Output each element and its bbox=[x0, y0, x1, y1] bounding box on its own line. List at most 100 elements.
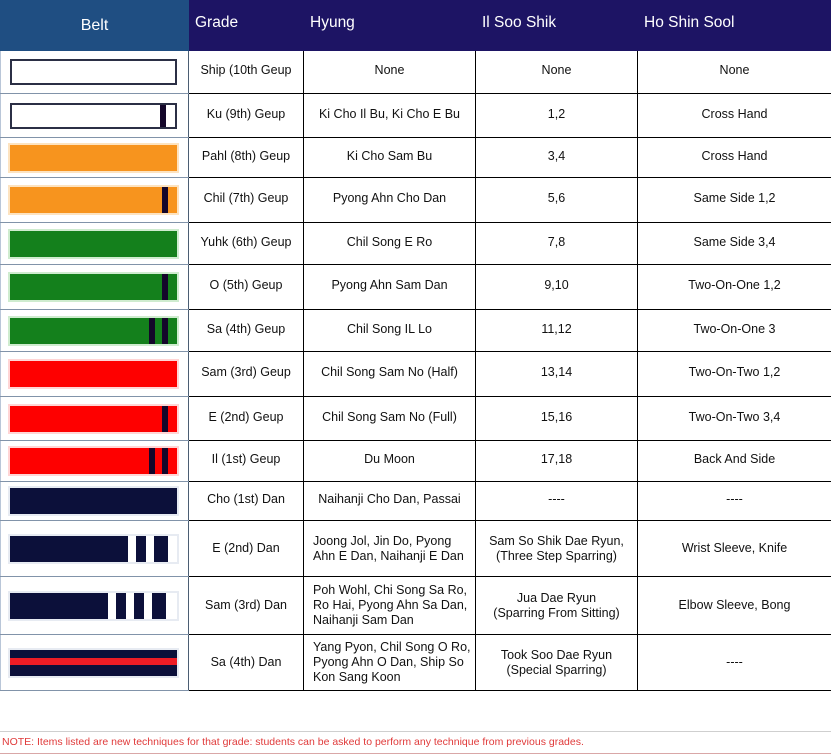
belt-tail bbox=[168, 405, 177, 432]
belt-cell bbox=[0, 396, 189, 441]
table-row: Sa (4th) Geup Chil Song IL Lo 11,12 Two-On-… bbox=[0, 309, 831, 352]
table-row: Ku (9th) Geup Ki Cho Il Bu, Ki Cho E Bu 1,… bbox=[0, 93, 831, 138]
il-soo-shik-cell: 11,12 bbox=[475, 309, 638, 352]
il-soo-shik-cell: 7,8 bbox=[475, 222, 638, 265]
ho-shin-sool-cell: ---- bbox=[637, 634, 831, 691]
belt-graphic-wrap bbox=[1, 592, 188, 619]
il-soo-shik-cell: 13,14 bbox=[475, 351, 638, 397]
belt-cell bbox=[0, 440, 189, 482]
il-soo-shik-cell: 9,10 bbox=[475, 264, 638, 310]
belt-red-stripe bbox=[10, 657, 177, 665]
ho-shin-sool-cell: Two-On-Two 1,2 bbox=[637, 351, 831, 397]
belt-graphic-wrap bbox=[1, 361, 188, 387]
belt-stripe bbox=[134, 592, 144, 619]
belt-graphic-wrap bbox=[1, 59, 188, 85]
ho-shin-sool-cell: Wrist Sleeve, Knife bbox=[637, 520, 831, 577]
table-row: Sam (3rd) Dan Poh Wohl, Chi Song Sa Ro, Ro… bbox=[0, 576, 831, 635]
belt-graphic-wrap bbox=[1, 649, 188, 676]
belt-band bbox=[10, 649, 177, 658]
belt-stripe-gap bbox=[146, 535, 154, 562]
belt-graphic-green bbox=[10, 274, 177, 300]
footer-note: NOTE: Items listed are new techniques fo… bbox=[0, 731, 831, 754]
belt-stripe-gap bbox=[126, 592, 134, 619]
belt-body bbox=[10, 405, 162, 432]
belt-graphic-navy bbox=[10, 649, 177, 676]
belt-cell bbox=[0, 93, 189, 138]
il-soo-shik-cell: 3,4 bbox=[475, 137, 638, 178]
grade-cell: Sa (4th) Geup bbox=[188, 309, 304, 352]
belt-tail bbox=[168, 448, 177, 474]
ho-shin-sool-cell: Elbow Sleeve, Bong bbox=[637, 576, 831, 635]
table-row: Yuhk (6th) Geup Chil Song E Ro 7,8 Same Sid… bbox=[0, 222, 831, 265]
belt-stripe bbox=[152, 592, 166, 619]
belt-body bbox=[10, 144, 177, 171]
belt-tail bbox=[166, 104, 175, 127]
belt-graphic-wrap bbox=[1, 448, 188, 474]
hyung-cell: Naihanji Cho Dan, Passai bbox=[303, 481, 476, 521]
belt-tail bbox=[168, 187, 177, 213]
grade-cell: E (2nd) Geup bbox=[188, 396, 304, 441]
belt-stripe-gap bbox=[155, 448, 162, 474]
table-row: E (2nd) Dan Joong Jol, Jin Do, Pyong Ahn E… bbox=[0, 520, 831, 577]
il-soo-shik-cell: ---- bbox=[475, 481, 638, 521]
hyung-cell: Chil Song Sam No (Full) bbox=[303, 396, 476, 441]
belt-tail bbox=[168, 317, 177, 344]
ho-shin-sool-cell: Back And Side bbox=[637, 440, 831, 482]
ho-shin-sool-cell: Two-On-Two 3,4 bbox=[637, 396, 831, 441]
hyung-cell: Chil Song E Ro bbox=[303, 222, 476, 265]
il-soo-shik-cell: 15,16 bbox=[475, 396, 638, 441]
column-header-belt: Belt bbox=[0, 0, 189, 51]
table-row: Chil (7th) Geup Pyong Ahn Cho Dan 5,6 Same … bbox=[0, 177, 831, 223]
belt-cell bbox=[0, 351, 189, 397]
table-header: Belt Grade Hyung Il Soo Shik Ho Shin Soo… bbox=[0, 0, 831, 51]
belt-graphic-white bbox=[10, 59, 177, 85]
belt-graphic-red bbox=[10, 405, 177, 432]
table-row: Pahl (8th) Geup Ki Cho Sam Bu 3,4 Cross Han… bbox=[0, 137, 831, 178]
belt-graphic-wrap bbox=[1, 102, 188, 129]
il-soo-shik-cell: 1,2 bbox=[475, 93, 638, 138]
belt-stripe-gap bbox=[155, 317, 162, 344]
belt-cell bbox=[0, 50, 189, 94]
belt-cell bbox=[0, 634, 189, 691]
grade-cell: Chil (7th) Geup bbox=[188, 177, 304, 223]
table-row: Cho (1st) Dan Naihanji Cho Dan, Passai ---… bbox=[0, 481, 831, 521]
hyung-cell: Joong Jol, Jin Do, Pyong Ahn E Dan, Naiha… bbox=[303, 520, 476, 577]
belt-stripe bbox=[154, 535, 168, 562]
grade-cell: Pahl (8th) Geup bbox=[188, 137, 304, 178]
belt-graphic-navy bbox=[10, 488, 177, 514]
il-soo-shik-cell: Took Soo Dae Ryun (Special Sparring) bbox=[475, 634, 638, 691]
ho-shin-sool-cell: Two-On-One 1,2 bbox=[637, 264, 831, 310]
il-soo-shik-cell: Sam So Shik Dae Ryun, (Three Step Sparrin… bbox=[475, 520, 638, 577]
column-header-hyung: Hyung bbox=[303, 0, 476, 51]
belt-body bbox=[10, 535, 128, 562]
table-row: E (2nd) Geup Chil Song Sam No (Full) 15,16… bbox=[0, 396, 831, 441]
belt-band bbox=[10, 664, 177, 676]
belt-cell bbox=[0, 309, 189, 352]
belt-cell bbox=[0, 222, 189, 265]
hyung-cell: Chil Song Sam No (Half) bbox=[303, 351, 476, 397]
hyung-cell: Pyong Ahn Sam Dan bbox=[303, 264, 476, 310]
grade-cell: Ship (10th Geup bbox=[188, 50, 304, 94]
belt-rank-chart: Belt Grade Hyung Il Soo Shik Ho Shin Soo… bbox=[0, 0, 831, 754]
belt-body bbox=[10, 187, 162, 213]
belt-cell bbox=[0, 177, 189, 223]
hyung-cell: Chil Song IL Lo bbox=[303, 309, 476, 352]
belt-graphic-wrap bbox=[1, 488, 188, 514]
grade-cell: Il (1st) Geup bbox=[188, 440, 304, 482]
table-row: Il (1st) Geup Du Moon 17,18 Back And Side bbox=[0, 440, 831, 482]
belt-graphic-green bbox=[10, 230, 177, 257]
il-soo-shik-cell: 5,6 bbox=[475, 177, 638, 223]
belt-graphic-navy bbox=[10, 592, 177, 619]
belt-cell bbox=[0, 264, 189, 310]
belt-graphic-wrap bbox=[1, 187, 188, 213]
belt-stripe-gap bbox=[144, 592, 152, 619]
belt-graphic-green bbox=[10, 317, 177, 344]
il-soo-shik-cell: None bbox=[475, 50, 638, 94]
il-soo-shik-cell: 17,18 bbox=[475, 440, 638, 482]
hyung-cell: Poh Wohl, Chi Song Sa Ro, Ro Hai, Pyong A… bbox=[303, 576, 476, 635]
ho-shin-sool-cell: Cross Hand bbox=[637, 137, 831, 178]
belt-body bbox=[12, 104, 160, 127]
belt-body bbox=[10, 488, 177, 514]
ho-shin-sool-cell: Same Side 1,2 bbox=[637, 177, 831, 223]
grade-cell: Sam (3rd) Dan bbox=[188, 576, 304, 635]
